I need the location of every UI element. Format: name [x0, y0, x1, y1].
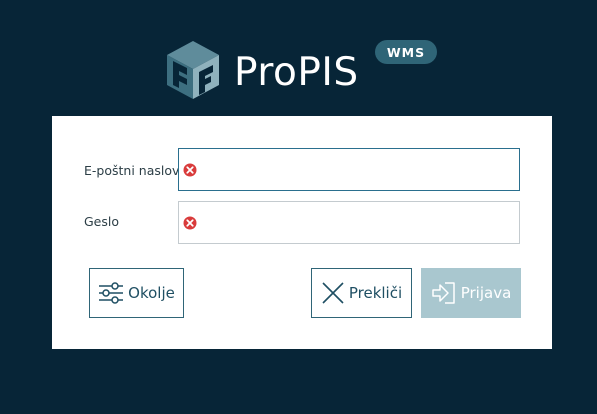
password-input[interactable] — [205, 202, 505, 243]
login-button-label: Prijava — [460, 284, 512, 302]
sliders-icon — [99, 282, 124, 304]
cancel-button-label: Prekliči — [348, 284, 403, 302]
login-card: E-poštni naslov Geslo Okolje Prekliči Pr… — [52, 116, 552, 349]
password-field[interactable] — [178, 201, 520, 244]
wms-badge: WMS — [375, 40, 437, 64]
close-icon — [322, 282, 344, 304]
cancel-button[interactable]: Prekliči — [311, 268, 412, 318]
sign-in-icon — [431, 282, 455, 304]
environment-button[interactable]: Okolje — [89, 268, 184, 318]
login-button[interactable]: Prijava — [421, 268, 521, 318]
brand-logo: ProPIS — [164, 38, 359, 102]
password-label: Geslo — [84, 214, 120, 229]
brand-name: ProPIS — [234, 49, 359, 95]
email-label: E-poštni naslov — [84, 163, 180, 178]
propis-logo-icon — [167, 41, 219, 99]
email-field[interactable] — [178, 148, 520, 191]
login-screen: ProPIS WMS E-poštni naslov Geslo Okolje … — [0, 0, 597, 414]
email-input[interactable] — [205, 149, 505, 190]
error-icon — [183, 216, 197, 229]
error-icon — [183, 163, 197, 176]
environment-button-label: Okolje — [128, 284, 175, 302]
